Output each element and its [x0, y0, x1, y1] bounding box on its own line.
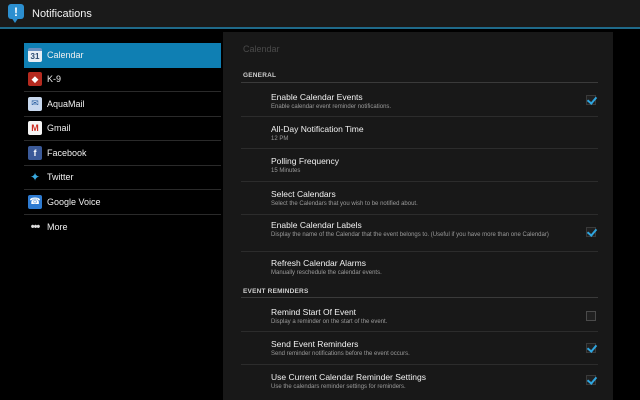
google-voice-icon: ☎ [28, 194, 42, 209]
pref-title: Use Current Calendar Reminder Settings [271, 372, 426, 382]
pref-title: Refresh Calendar Alarms [271, 258, 366, 268]
pref-divider [241, 364, 598, 365]
pref-summary: Enable calendar event reminder notificat… [271, 104, 392, 110]
pref-title: Polling Frequency [271, 156, 340, 166]
sidebar-item-label: Twitter [47, 172, 74, 183]
section-header-event-reminders: EVENT REMINDERS [243, 288, 309, 295]
pref-summary: Select the Calendars that you wish to be… [271, 201, 418, 207]
pref-refresh-calendar-alarms[interactable]: Refresh Calendar Alarms Manually resched… [271, 258, 596, 277]
pref-summary: 15 Minutes [271, 168, 301, 174]
pref-enable-calendar-events[interactable]: Enable Calendar Events Enable calendar e… [271, 92, 596, 111]
section-header-general: GENERAL [243, 72, 277, 79]
pref-summary: Manually reschedule the calendar events. [271, 270, 382, 276]
sidebar-item-calendar[interactable]: 31 Calendar [24, 43, 221, 68]
use-current-calendar-reminder-settings-checkbox[interactable] [586, 375, 596, 385]
section-divider [241, 297, 598, 298]
pref-summary: Display a reminder on the start of the e… [271, 319, 388, 325]
pref-enable-calendar-labels[interactable]: Enable Calendar Labels Display the name … [271, 220, 596, 239]
calendar-icon: 31 [28, 47, 42, 62]
action-bar-divider [0, 27, 640, 29]
more-icon: ••• [30, 220, 41, 233]
section-divider [241, 82, 598, 83]
sidebar-item-label: Gmail [47, 123, 71, 134]
pref-all-day-notification-time[interactable]: All-Day Notification Time 12 PM [271, 124, 596, 143]
enable-calendar-events-checkbox[interactable] [586, 95, 596, 105]
sidebar-item-label: Google Voice [47, 196, 101, 207]
pref-summary: Use the calendars reminder settings for … [271, 384, 406, 390]
sidebar-item-label: More [47, 221, 68, 232]
sidebar-item-label: AquaMail [47, 98, 85, 109]
k9-icon: ◆ [28, 72, 42, 87]
pref-remind-start-of-event[interactable]: Remind Start Of Event Display a reminder… [271, 307, 596, 326]
enable-calendar-labels-checkbox[interactable] [586, 227, 596, 237]
sidebar-item-aquamail[interactable]: ✉ AquaMail [24, 92, 221, 117]
sidebar-item-more[interactable]: ••• More [24, 215, 221, 240]
pref-summary: Display the name of the Calendar that th… [271, 232, 549, 238]
sidebar-item-k9[interactable]: ◆ K-9 [24, 68, 221, 92]
sidebar-item-gmail[interactable]: M Gmail [24, 117, 221, 141]
pref-title: Send Event Reminders [271, 339, 359, 349]
pref-summary: 12 PM [271, 136, 289, 142]
pref-polling-frequency[interactable]: Polling Frequency 15 Minutes [271, 156, 596, 175]
pref-divider [241, 331, 598, 332]
pref-divider [241, 148, 598, 149]
facebook-icon: f [28, 145, 42, 160]
pref-select-calendars[interactable]: Select Calendars Select the Calendars th… [271, 189, 596, 208]
pref-divider [241, 181, 598, 182]
sidebar-item-twitter[interactable]: ✦ Twitter [24, 166, 221, 190]
pref-send-event-reminders[interactable]: Send Event Reminders Send reminder notif… [271, 339, 596, 358]
aquamail-icon: ✉ [28, 96, 42, 111]
panel-title: Calendar [243, 44, 280, 54]
sidebar-item-label: K-9 [47, 74, 62, 85]
sidebar-item-facebook[interactable]: f Facebook [24, 141, 221, 166]
notification-bubble-icon[interactable]: ! [8, 4, 26, 24]
pref-title: All-Day Notification Time [271, 124, 364, 134]
sidebar-item-google-voice[interactable]: ☎ Google Voice [24, 190, 221, 215]
pref-divider [241, 251, 598, 252]
sidebar-item-label: Calendar [47, 49, 84, 60]
twitter-icon: ✦ [29, 170, 41, 185]
remind-start-of-event-checkbox[interactable] [586, 311, 596, 321]
pref-title: Remind Start Of Event [271, 307, 357, 317]
pref-divider [241, 116, 598, 117]
send-event-reminders-checkbox[interactable] [586, 343, 596, 353]
settings-panel: Calendar GENERAL Enable Calendar Events … [223, 32, 613, 400]
pref-title: Enable Calendar Labels [271, 220, 362, 230]
pref-title: Enable Calendar Events [271, 92, 363, 102]
pref-use-current-calendar-reminder-settings[interactable]: Use Current Calendar Reminder Settings U… [271, 372, 596, 391]
action-bar: ! Notifications [0, 0, 640, 28]
pref-divider [241, 214, 598, 215]
pref-title: Select Calendars [271, 189, 336, 199]
gmail-icon: M [28, 121, 42, 136]
sidebar-item-label: Facebook [47, 147, 87, 158]
app-title: Notifications [32, 8, 92, 20]
sidebar: 31 Calendar ◆ K-9 ✉ AquaMail M Gmail f F… [24, 43, 221, 239]
pref-summary: Send reminder notifications before the e… [271, 351, 410, 357]
